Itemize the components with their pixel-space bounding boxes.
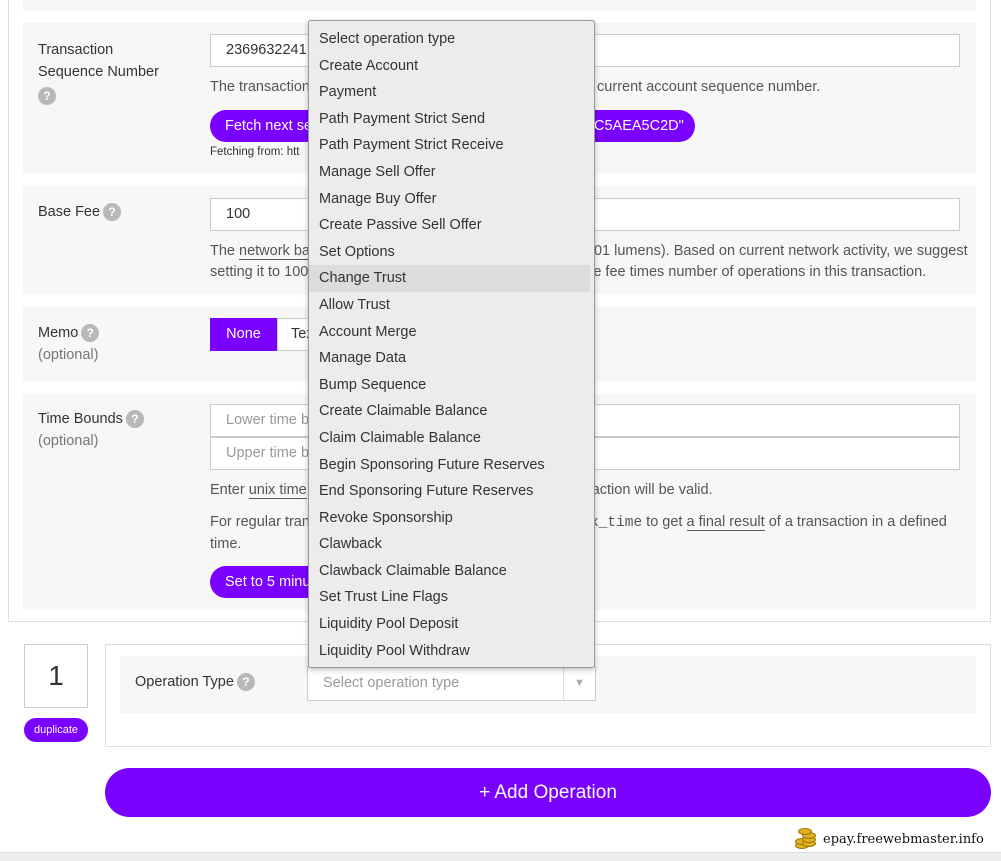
operation-type-select[interactable]: Select operation type ▼ <box>307 666 596 701</box>
add-operation-button[interactable]: + Add Operation <box>105 768 991 817</box>
tb-help-code: x_time <box>589 515 643 531</box>
fetch-sequence-button-end[interactable]: C5AEA5C2D" <box>594 110 695 142</box>
help-icon[interactable]: ? <box>125 410 144 429</box>
operation-type-label: Operation Type? <box>135 671 255 693</box>
dropdown-option[interactable]: Create Account <box>309 53 594 80</box>
dropdown-option[interactable]: Create Passive Sell Offer <box>309 212 594 239</box>
tb-help-1b: action will be valid. <box>591 482 713 498</box>
dropdown-option[interactable]: Bump Sequence <box>309 372 594 399</box>
time-bounds-label: Time Bounds? (optional) <box>38 408 144 452</box>
coins-icon <box>793 827 817 851</box>
time-bounds-label-text: Time Bounds <box>38 411 123 427</box>
memo-tab-none[interactable]: None <box>210 318 277 351</box>
previous-row <box>23 0 976 11</box>
duplicate-button[interactable]: duplicate <box>24 718 88 742</box>
dropdown-option[interactable]: Set Options <box>309 239 594 266</box>
help-icon[interactable]: ? <box>81 324 100 343</box>
set-five-minutes-button[interactable]: Set to 5 minu <box>210 566 308 598</box>
operation-number: 1 <box>24 644 88 708</box>
fetching-from-text: Fetching from: htt <box>210 146 300 158</box>
dropdown-option[interactable]: Set Trust Line Flags <box>309 584 594 611</box>
footer-bar <box>0 852 1001 861</box>
operation-type-dropdown[interactable]: Select operation type Create Account Payme… <box>308 20 595 668</box>
dropdown-option[interactable]: Clawback <box>309 531 594 558</box>
dropdown-option[interactable]: Manage Data <box>309 345 594 372</box>
unix-time-link[interactable]: unix time <box>248 482 307 499</box>
dropdown-option[interactable]: Manage Sell Offer <box>309 159 594 186</box>
memo-label-text: Memo <box>38 325 79 341</box>
tb-help-2a: For regular tran <box>210 514 310 530</box>
dropdown-option[interactable]: Payment <box>309 79 594 106</box>
fee-help-2b: e fee times number of operations in this… <box>593 264 927 280</box>
watermark: epay.freewebmaster.info <box>793 826 984 852</box>
chevron-down-icon[interactable]: ▼ <box>563 667 595 700</box>
tb-help-1a: Enter <box>210 482 249 498</box>
dropdown-option[interactable]: Liquidity Pool Deposit <box>309 611 594 638</box>
sequence-label-line2: Sequence Number <box>38 64 159 80</box>
dropdown-option[interactable]: End Sponsoring Future Reserves <box>309 478 594 505</box>
dropdown-option[interactable]: Claim Claimable Balance <box>309 425 594 452</box>
base-fee-label: Base Fee? <box>38 201 122 223</box>
fee-help-2a: setting it to 100 <box>210 264 309 280</box>
dropdown-option[interactable]: Path Payment Strict Send <box>309 106 594 133</box>
fee-help-1b: 01 lumens). Based on current network act… <box>593 243 968 259</box>
fetch-sequence-button[interactable]: Fetch next se <box>210 110 308 142</box>
dropdown-option[interactable]: Begin Sponsoring Future Reserves <box>309 452 594 479</box>
dropdown-option[interactable]: Change Trust <box>309 265 590 292</box>
base-fee-label-text: Base Fee <box>38 204 101 220</box>
watermark-text: epay.freewebmaster.info <box>823 831 984 847</box>
final-result-link[interactable]: a final result <box>686 514 765 531</box>
dropdown-option[interactable]: Select operation type <box>309 26 594 53</box>
select-placeholder: Select operation type <box>323 675 460 691</box>
dropdown-option[interactable]: Account Merge <box>309 319 594 346</box>
sequence-number-label: Transaction Sequence Number ? <box>38 39 159 105</box>
dropdown-option[interactable]: Revoke Sponsorship <box>309 505 594 532</box>
memo-optional: (optional) <box>38 347 99 363</box>
time-bounds-optional: (optional) <box>38 433 99 449</box>
dropdown-option[interactable]: Manage Buy Offer <box>309 186 594 213</box>
tb-help-2c: of a transaction in a defined <box>764 514 947 530</box>
sequence-label-line1: Transaction <box>38 42 114 58</box>
tb-help-2b: to get <box>642 514 687 530</box>
help-icon[interactable]: ? <box>103 203 122 222</box>
dropdown-option[interactable]: Path Payment Strict Receive <box>309 132 594 159</box>
memo-label: Memo? (optional) <box>38 322 100 366</box>
dropdown-option[interactable]: Allow Trust <box>309 292 594 319</box>
operation-type-label-text: Operation Type <box>135 674 234 690</box>
fee-help-1a: The <box>210 243 240 259</box>
network-base-fee-link[interactable]: network ba <box>239 243 310 260</box>
dropdown-option[interactable]: Clawback Claimable Balance <box>309 558 594 585</box>
sequence-help-left: The transaction <box>210 79 310 95</box>
sequence-help-right: n current account sequence number. <box>584 79 821 95</box>
help-icon[interactable]: ? <box>38 86 56 105</box>
help-icon[interactable]: ? <box>236 673 255 692</box>
dropdown-option[interactable]: Liquidity Pool Withdraw <box>309 638 594 665</box>
dropdown-option[interactable]: Create Claimable Balance <box>309 398 594 425</box>
